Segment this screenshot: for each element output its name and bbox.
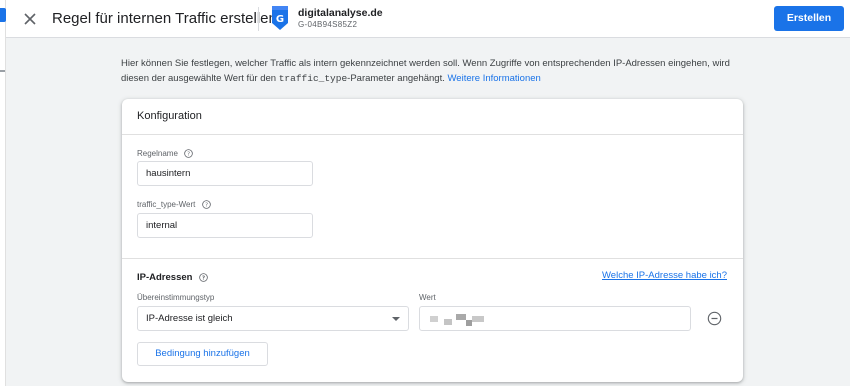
configuration-card: Konfiguration Regelname ? hausintern tra…: [122, 99, 743, 382]
match-type-value: IP-Adresse ist gleich: [146, 313, 233, 324]
property-id: G-04B94S85Z2: [298, 20, 358, 29]
ip-value-input[interactable]: [419, 306, 691, 331]
rule-name-label-text: Regelname: [137, 149, 178, 158]
close-icon[interactable]: [20, 9, 40, 29]
card-title: Konfiguration: [137, 110, 202, 122]
rule-name-input[interactable]: hausintern: [137, 161, 313, 186]
card-header-divider: [122, 134, 743, 135]
ip-section-title-text: IP-Adressen: [137, 272, 193, 283]
traffic-type-input[interactable]: internal: [137, 213, 313, 238]
left-gutter: [0, 0, 6, 386]
help-icon[interactable]: ?: [184, 149, 193, 159]
add-condition-button[interactable]: Bedingung hinzufügen: [137, 342, 268, 366]
help-icon[interactable]: ?: [199, 273, 208, 282]
rule-name-label: Regelname ?: [137, 149, 193, 159]
match-type-label: Übereinstimmungstyp: [137, 293, 215, 302]
svg-text:?: ?: [202, 276, 205, 282]
redacted-block: [456, 314, 466, 320]
traffic-type-label-text: traffic_type-Wert: [137, 200, 196, 209]
dialog-title: Regel für internen Traffic erstellen: [52, 10, 277, 27]
remove-condition-icon[interactable]: [707, 311, 722, 326]
ip-section-title: IP-Adressen ?: [137, 272, 208, 283]
traffic-type-param: traffic_type: [278, 73, 348, 84]
which-ip-link[interactable]: Welche IP-Adresse habe ich?: [602, 270, 727, 281]
svg-text:?: ?: [205, 203, 208, 209]
create-button[interactable]: Erstellen: [774, 6, 844, 31]
dropdown-arrow-icon: [392, 317, 400, 321]
help-icon[interactable]: ?: [201, 200, 211, 210]
redacted-block: [472, 316, 484, 322]
ga-property-icon: G: [270, 5, 290, 31]
header-divider: [258, 7, 259, 31]
match-type-select[interactable]: IP-Adresse ist gleich: [137, 306, 409, 331]
intro-text-after: -Parameter angehängt.: [347, 73, 448, 84]
intro-text: Hier können Sie festlegen, welcher Traff…: [121, 56, 731, 86]
svg-text:?: ?: [187, 152, 190, 158]
gutter-marker: [0, 70, 5, 72]
section-divider: [122, 258, 743, 259]
svg-text:G: G: [276, 14, 284, 25]
dialog-header: Regel für internen Traffic erstellen G d…: [6, 0, 850, 38]
traffic-type-label: traffic_type-Wert ?: [137, 200, 211, 210]
value-label: Wert: [419, 293, 436, 302]
redacted-block: [430, 316, 438, 322]
redacted-block: [444, 319, 452, 325]
learn-more-link[interactable]: Weitere Informationen: [448, 73, 541, 84]
property-name: digitalanalyse.de: [298, 7, 383, 19]
